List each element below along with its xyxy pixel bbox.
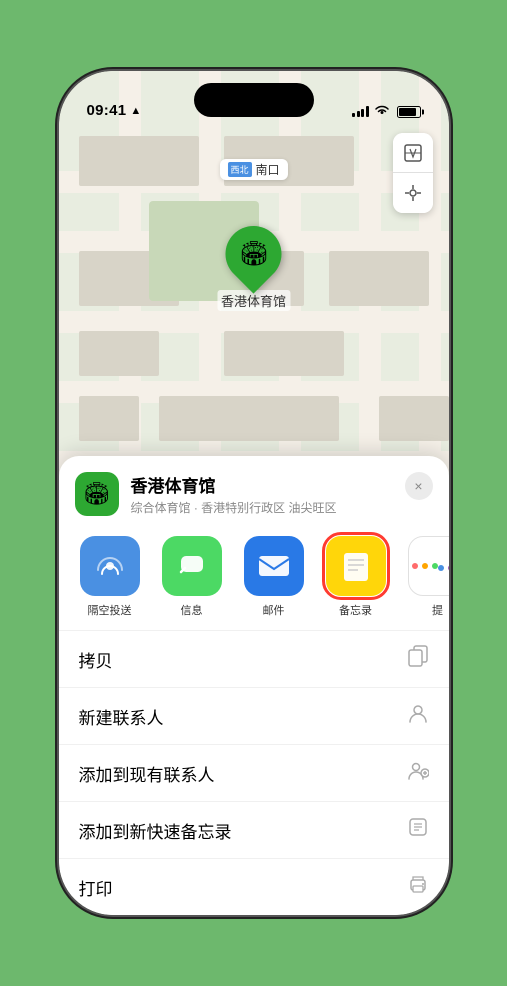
map-type-button[interactable]: [393, 133, 433, 173]
share-item-notes[interactable]: 备忘录: [321, 536, 391, 618]
share-label-mail: 邮件: [263, 602, 285, 618]
add-existing-icon: [407, 759, 429, 787]
share-item-airdrop[interactable]: 隔空投送: [75, 536, 145, 618]
share-row: 隔空投送 信息: [59, 528, 449, 630]
status-time: 09:41: [87, 102, 127, 119]
action-new-contact-label: 新建联系人: [79, 704, 164, 729]
copy-icon: [407, 645, 429, 673]
venue-subtitle: 综合体育馆 · 香港特别行政区 油尖旺区: [131, 499, 393, 516]
share-label-airdrop: 隔空投送: [88, 602, 132, 618]
share-label-message: 信息: [181, 602, 203, 618]
dynamic-island: [194, 83, 314, 117]
new-contact-icon: [407, 702, 429, 730]
action-new-contact[interactable]: 新建联系人: [59, 688, 449, 745]
status-icons: [352, 104, 421, 119]
more-icon: [408, 536, 449, 596]
sheet-header: 🏟 香港体育馆 综合体育馆 · 香港特别行政区 油尖旺区 ×: [59, 456, 449, 528]
action-copy-label: 拷贝: [79, 647, 113, 672]
phone-frame: 09:41 ▲: [59, 71, 449, 915]
location-tag-text: 南口: [256, 161, 280, 178]
pin-icon: 🏟: [238, 240, 268, 269]
map-area: 西北 南口: [59, 71, 449, 501]
action-copy[interactable]: 拷贝: [59, 631, 449, 688]
signal-bars-icon: [352, 106, 369, 117]
print-icon: [407, 873, 429, 901]
mail-icon: [244, 536, 304, 596]
action-list: 拷贝 新建联系人: [59, 630, 449, 915]
location-label: 西北 南口: [219, 159, 287, 180]
stadium-pin: 🏟 香港体育馆: [217, 226, 290, 311]
map-controls: [393, 133, 433, 213]
location-arrow-icon: ▲: [130, 105, 141, 117]
share-label-more: 提: [432, 602, 443, 618]
notes-icon: [326, 536, 386, 596]
message-icon: [162, 536, 222, 596]
action-add-note-label: 添加到新快速备忘录: [79, 818, 232, 843]
action-add-note[interactable]: 添加到新快速备忘录: [59, 802, 449, 859]
location-tag-prefix: 西北: [227, 162, 251, 177]
close-button[interactable]: ×: [405, 472, 433, 500]
venue-icon: 🏟: [75, 472, 119, 516]
wifi-icon: [374, 104, 390, 119]
battery-icon: [397, 106, 421, 118]
share-item-more[interactable]: 提: [403, 536, 449, 618]
action-add-existing-label: 添加到现有联系人: [79, 761, 215, 786]
location-button[interactable]: [393, 173, 433, 213]
share-item-mail[interactable]: 邮件: [239, 536, 309, 618]
action-add-existing[interactable]: 添加到现有联系人: [59, 745, 449, 802]
add-note-icon: [407, 816, 429, 844]
share-label-notes: 备忘录: [339, 602, 372, 618]
bottom-sheet: 🏟 香港体育馆 综合体育馆 · 香港特别行政区 油尖旺区 ×: [59, 456, 449, 915]
action-print[interactable]: 打印: [59, 859, 449, 915]
airdrop-icon: [80, 536, 140, 596]
share-item-message[interactable]: 信息: [157, 536, 227, 618]
action-print-label: 打印: [79, 875, 113, 900]
phone-screen: 09:41 ▲: [59, 71, 449, 915]
venue-name: 香港体育馆: [131, 472, 393, 497]
venue-info: 香港体育馆 综合体育馆 · 香港特别行政区 油尖旺区: [131, 472, 393, 516]
pin-circle: 🏟: [214, 214, 293, 293]
